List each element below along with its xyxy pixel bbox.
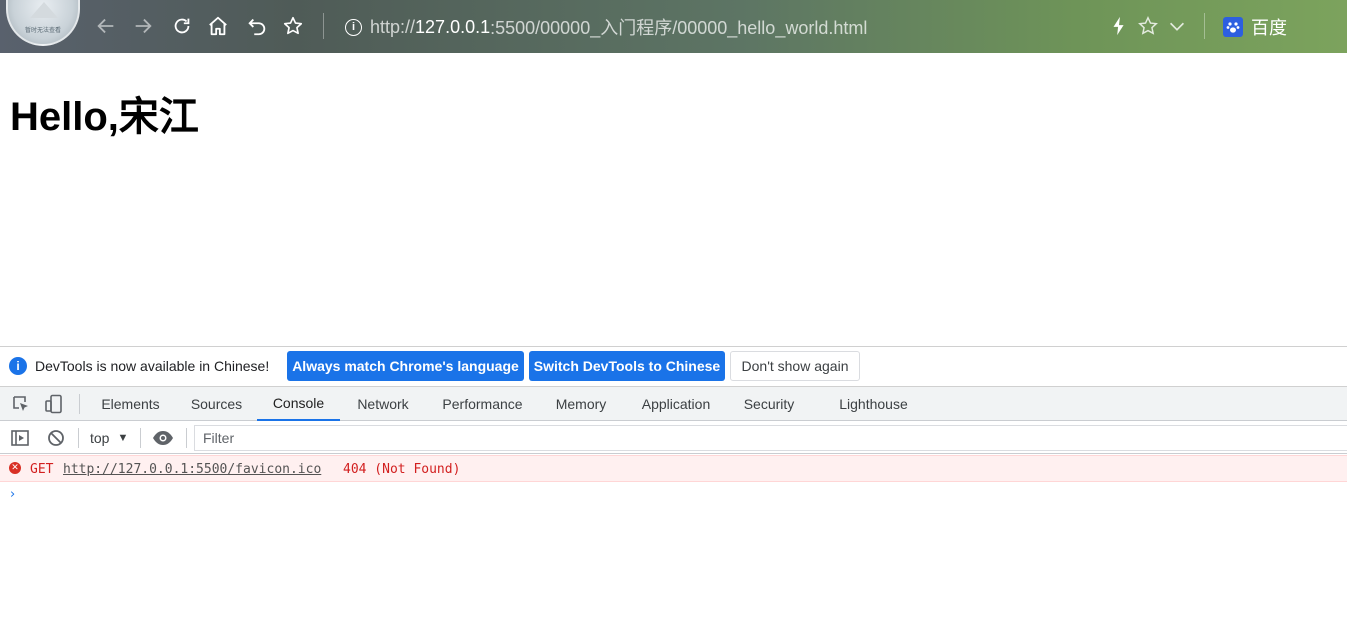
console-divider	[186, 428, 187, 448]
undo-close-button[interactable]	[245, 14, 269, 38]
error-status: 404 (Not Found)	[343, 462, 461, 477]
undo-icon	[248, 18, 266, 36]
inspect-element-button[interactable]	[10, 393, 32, 415]
sidebar-toggle-icon	[11, 430, 29, 446]
device-toolbar-button[interactable]	[43, 393, 65, 415]
search-engine-label: 百度	[1251, 18, 1287, 38]
tab-console[interactable]: Console	[257, 387, 340, 421]
clear-console-button[interactable]	[45, 427, 67, 449]
context-selector[interactable]: top ▼	[90, 428, 128, 448]
console-divider	[140, 428, 141, 448]
browser-toolbar: 暂时无法查看 i http://127.0.0.1:5500/00000_入门程…	[0, 0, 1347, 53]
home-icon	[209, 16, 227, 36]
error-url-link[interactable]: http://127.0.0.1:5500/favicon.ico	[63, 462, 321, 477]
tab-lighthouse[interactable]: Lighthouse	[828, 387, 919, 421]
star-icon	[283, 16, 303, 35]
info-icon[interactable]: i	[345, 18, 362, 36]
devtools-panel: i DevTools is now available in Chinese! …	[0, 346, 1347, 636]
favorite-button[interactable]	[1136, 14, 1160, 38]
home-button[interactable]	[206, 14, 230, 38]
lightning-icon	[1113, 16, 1124, 36]
profile-avatar[interactable]: 暂时无法查看	[6, 0, 80, 46]
baidu-icon	[1223, 17, 1243, 37]
info-icon: i	[9, 357, 27, 375]
page-heading: Hello,宋江	[10, 95, 199, 139]
address-dropdown-button[interactable]	[1165, 14, 1189, 38]
speed-mode-button[interactable]	[1107, 14, 1131, 38]
forward-icon	[135, 18, 152, 34]
tab-elements[interactable]: Elements	[91, 387, 170, 421]
error-icon: ✕	[9, 462, 21, 474]
reload-button[interactable]	[170, 14, 194, 38]
block-icon	[48, 430, 64, 446]
search-engine-button[interactable]: 百度	[1223, 14, 1287, 40]
chevron-down-icon	[1169, 22, 1185, 31]
address-bar[interactable]: i http://127.0.0.1:5500/00000_入门程序/00000…	[345, 14, 867, 40]
avatar-caption: 暂时无法查看	[24, 28, 61, 34]
error-method: GET	[30, 462, 54, 477]
device-icon	[45, 394, 62, 414]
back-button[interactable]	[94, 14, 118, 38]
infobar-message: DevTools is now available in Chinese!	[35, 358, 270, 374]
eye-icon	[153, 431, 173, 445]
console-divider	[78, 428, 79, 448]
console-prompt[interactable]: ›	[10, 487, 15, 502]
bookmark-button[interactable]	[281, 14, 305, 38]
show-sidebar-button[interactable]	[9, 427, 31, 449]
toolbar-divider	[323, 13, 324, 39]
console-error-message: ✕ GET http://127.0.0.1:5500/favicon.ico …	[0, 455, 1347, 482]
context-value: top	[90, 430, 110, 446]
tab-memory[interactable]: Memory	[545, 387, 617, 421]
tab-performance[interactable]: Performance	[431, 387, 534, 421]
live-expression-button[interactable]	[152, 427, 174, 449]
toolbar-divider	[1204, 13, 1205, 39]
url-path: :5500/00000_入门程序/00000_hello_world.html	[490, 18, 868, 38]
reload-icon	[174, 18, 190, 34]
avatar-image	[30, 2, 58, 18]
dropdown-arrow-icon: ▼	[117, 432, 129, 444]
console-filter-input[interactable]: Filter	[194, 425, 1347, 451]
star-icon	[1138, 16, 1158, 35]
back-icon	[97, 18, 114, 34]
devtools-tabbar: Elements Sources Console Network Perform…	[0, 386, 1347, 421]
forward-button[interactable]	[131, 14, 155, 38]
dont-show-again-button[interactable]: Don't show again	[730, 351, 860, 381]
tab-security[interactable]: Security	[733, 387, 805, 421]
url-scheme: http://	[370, 16, 416, 37]
tab-sources[interactable]: Sources	[180, 387, 253, 421]
url-host: 127.0.0.1	[415, 16, 491, 37]
always-match-language-button[interactable]: Always match Chrome's language	[287, 351, 524, 381]
inspect-icon	[13, 396, 28, 411]
devtools-language-infobar: i DevTools is now available in Chinese! …	[0, 347, 1347, 386]
tabbar-divider	[79, 394, 80, 414]
console-toolbar: top ▼ Filter	[0, 421, 1347, 454]
filter-placeholder: Filter	[203, 430, 235, 446]
tab-application[interactable]: Application	[629, 387, 723, 421]
switch-to-chinese-button[interactable]: Switch DevTools to Chinese	[529, 351, 725, 381]
tab-network[interactable]: Network	[345, 387, 421, 421]
